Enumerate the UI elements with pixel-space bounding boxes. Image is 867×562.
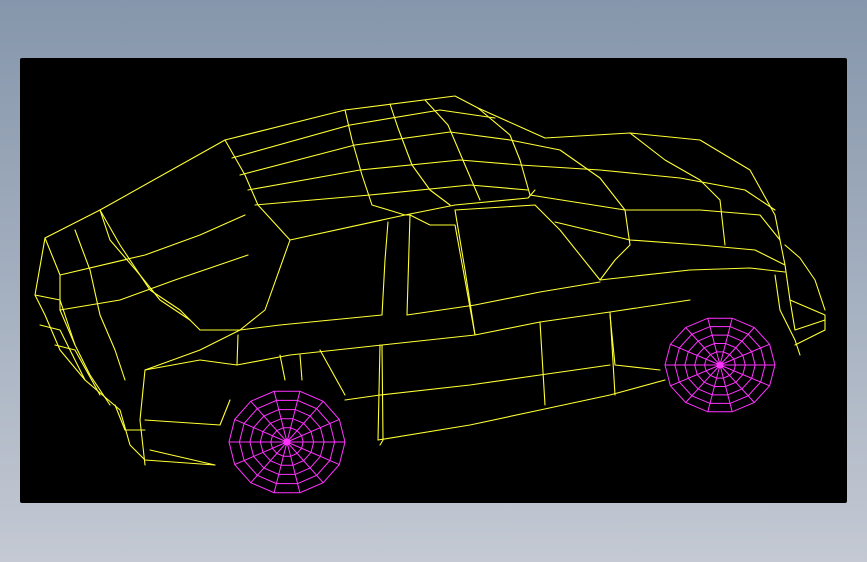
cad-viewport[interactable] xyxy=(20,58,847,503)
wheel-group xyxy=(228,317,776,494)
wheel-hub xyxy=(283,438,291,446)
car-wireframe-model[interactable] xyxy=(20,58,847,503)
car-body-wireframe xyxy=(34,95,826,466)
front-wheel xyxy=(664,317,776,413)
wheel-hub xyxy=(716,361,724,369)
rear-wheel xyxy=(228,390,346,494)
